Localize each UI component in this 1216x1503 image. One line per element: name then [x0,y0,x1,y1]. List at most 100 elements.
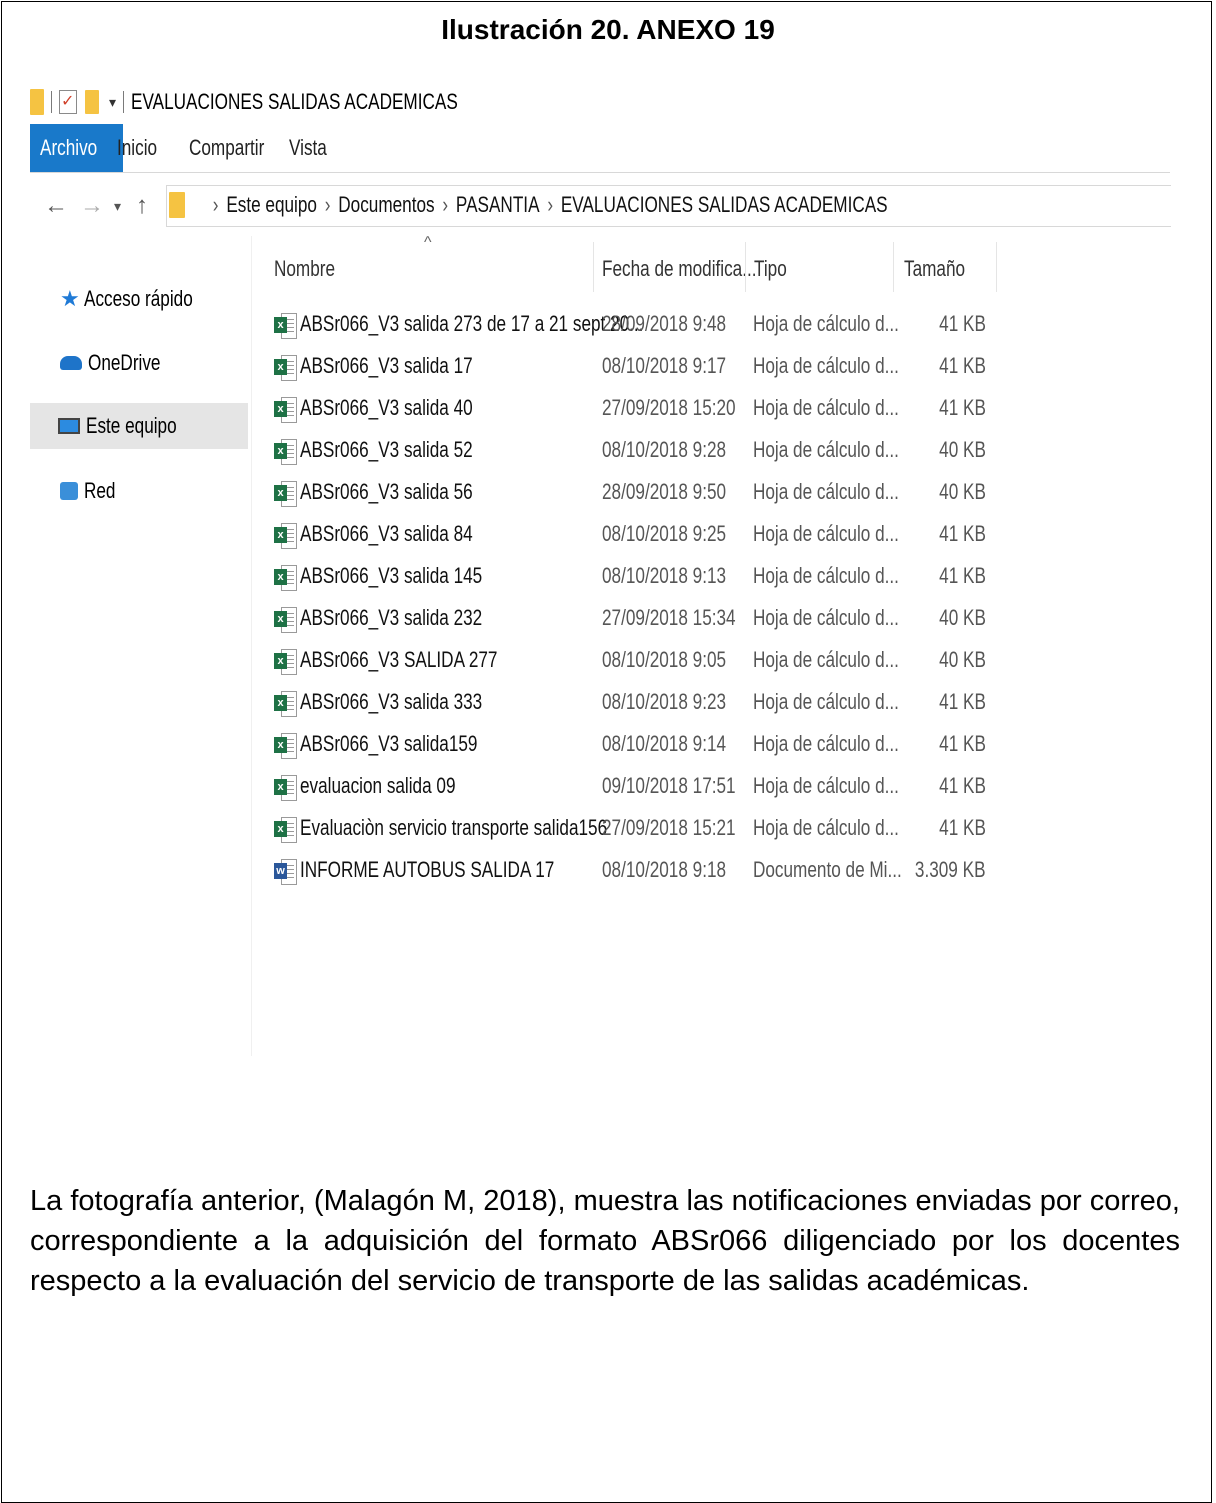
star-icon: ★ [60,286,80,311]
column-header-type[interactable]: Tipo [754,256,796,282]
excel-file-icon: x [274,565,297,591]
file-size: 41 KB [939,773,986,798]
sidebar-item-acceso-rapido[interactable]: ★ Acceso rápido [30,276,248,322]
file-size: 40 KB [939,437,986,462]
file-size: 41 KB [939,731,986,756]
breadcrumb-documentos[interactable]: Documentos [338,192,434,217]
file-date: 09/10/2018 17:51 [602,773,736,798]
file-name: evaluacion salida 09 [300,773,456,798]
breadcrumb-este-equipo[interactable]: Este equipo [226,192,317,217]
file-row[interactable]: x ABSr066_V3 salida 40 27/09/2018 15:20 … [272,389,1012,431]
figure-title: Ilustración 20. ANEXO 19 [441,14,775,45]
sidebar-item-este-equipo[interactable]: Este equipo [30,403,248,449]
file-type: Hoja de cálculo d... [753,815,899,840]
sidebar-item-red[interactable]: Red [30,468,248,514]
new-folder-icon[interactable] [85,90,99,114]
file-row[interactable]: x ABSr066_V3 salida 56 28/09/2018 9:50 H… [272,473,1012,515]
sidebar-item-onedrive[interactable]: OneDrive [30,340,248,386]
cloud-icon [60,356,82,370]
file-type: Hoja de cálculo d... [753,773,899,798]
file-size: 40 KB [939,647,986,672]
file-size: 41 KB [939,353,986,378]
file-date: 08/10/2018 9:17 [602,353,727,378]
figure-caption: La fotografía anterior, (Malagón M, 2018… [30,1185,1180,1297]
column-divider[interactable] [745,242,746,292]
excel-file-icon: x [274,355,297,381]
file-name: ABSr066_V3 salida 273 de 17 a 21 sept 20… [300,311,644,336]
breadcrumb-current-folder[interactable]: EVALUACIONES SALIDAS ACADEMICAS [561,192,888,217]
tab-compartir[interactable]: Compartir [189,124,286,172]
file-name: ABSr066_V3 salida 40 [300,395,473,420]
column-divider[interactable] [893,242,894,292]
file-name: ABSr066_V3 salida 56 [300,479,473,504]
file-type: Hoja de cálculo d... [753,731,899,756]
excel-file-icon: x [274,607,297,633]
file-row[interactable]: x ABSr066_V3 salida 333 08/10/2018 9:23 … [272,683,1012,725]
excel-file-icon: x [274,523,297,549]
tab-vista[interactable]: Vista [289,124,338,172]
file-size: 40 KB [939,479,986,504]
file-row[interactable]: x evaluacion salida 09 09/10/2018 17:51 … [272,767,1012,809]
file-row[interactable]: x ABSr066_V3 salida 145 08/10/2018 9:13 … [272,557,1012,599]
file-row[interactable]: w INFORME AUTOBUS SALIDA 17 08/10/2018 9… [272,851,1012,893]
forward-arrow-icon[interactable]: → [80,191,104,221]
file-row[interactable]: x ABSr066_V3 salida159 08/10/2018 9:14 H… [272,725,1012,767]
file-type: Hoja de cálculo d... [753,479,899,504]
file-row[interactable]: x ABSr066_V3 salida 52 08/10/2018 9:28 H… [272,431,1012,473]
file-date: 27/09/2018 15:20 [602,395,736,420]
excel-file-icon: x [274,817,297,843]
column-header-size[interactable]: Tamaño [904,256,982,282]
file-type: Hoja de cálculo d... [753,563,899,588]
tab-inicio[interactable]: Inicio [117,124,168,172]
file-date: 27/09/2018 15:21 [602,815,736,840]
customize-toolbar-icon[interactable]: ▾ [109,94,116,111]
ribbon: Archivo Inicio Compartir Vista [30,124,1170,173]
file-size: 41 KB [939,563,986,588]
column-divider[interactable] [996,242,997,292]
window-title: EVALUACIONES SALIDAS ACADEMICAS [131,89,458,114]
toolbar-divider [51,91,52,113]
breadcrumb-pasantia[interactable]: PASANTIA [456,192,540,217]
up-arrow-icon[interactable]: ↑ [136,191,148,221]
sort-ascending-icon: ^ [424,234,432,251]
file-date: 08/10/2018 9:18 [602,857,727,882]
column-header-name[interactable]: Nombre [274,256,352,282]
file-row[interactable]: x Evaluaciòn servicio transporte salida1… [272,809,1012,851]
file-row[interactable]: x ABSr066_V3 salida 232 27/09/2018 15:34… [272,599,1012,641]
recent-locations-icon[interactable]: ▾ [114,191,121,221]
file-type: Hoja de cálculo d... [753,521,899,546]
excel-file-icon: x [274,691,297,717]
file-date: 28/09/2018 9:50 [602,479,727,504]
file-size: 41 KB [939,311,986,336]
excel-file-icon: x [274,481,297,507]
file-name: ABSr066_V3 salida 145 [300,563,483,588]
toolbar-divider [123,91,125,113]
file-date: 08/10/2018 9:25 [602,521,727,546]
excel-file-icon: x [274,775,297,801]
file-name: ABSr066_V3 salida 84 [300,521,473,546]
file-date: 27/09/2018 15:34 [602,605,736,630]
folder-icon [30,89,44,115]
address-bar[interactable]: › Este equipo › Documentos › PASANTIA › EVALUAC… [166,185,1171,227]
file-name: INFORME AUTOBUS SALIDA 17 [300,857,555,882]
column-divider[interactable] [593,242,594,292]
file-name: ABSr066_V3 salida 232 [300,605,483,630]
tab-archivo[interactable]: Archivo [30,124,124,172]
folder-icon [169,192,185,218]
sidebar-item-label: Este equipo [86,413,177,438]
file-row[interactable]: x ABSr066_V3 salida 84 08/10/2018 9:25 H… [272,515,1012,557]
file-type: Hoja de cálculo d... [753,395,899,420]
file-size: 41 KB [939,815,986,840]
file-row[interactable]: x ABSr066_V3 SALIDA 277 08/10/2018 9:05 … [272,641,1012,683]
file-row[interactable]: x ABSr066_V3 salida 273 de 17 a 21 sept … [272,305,1012,347]
sidebar-item-label: OneDrive [88,350,161,375]
excel-file-icon: x [274,313,297,339]
properties-icon[interactable] [59,90,77,114]
file-row[interactable]: x ABSr066_V3 salida 17 08/10/2018 9:17 H… [272,347,1012,389]
back-arrow-icon[interactable]: ← [44,191,68,221]
chevron-right-icon: › [442,192,449,217]
network-icon [60,482,78,500]
file-size: 41 KB [939,395,986,420]
file-date: 28/09/2018 9:48 [602,311,727,336]
pane-divider [251,236,252,1056]
